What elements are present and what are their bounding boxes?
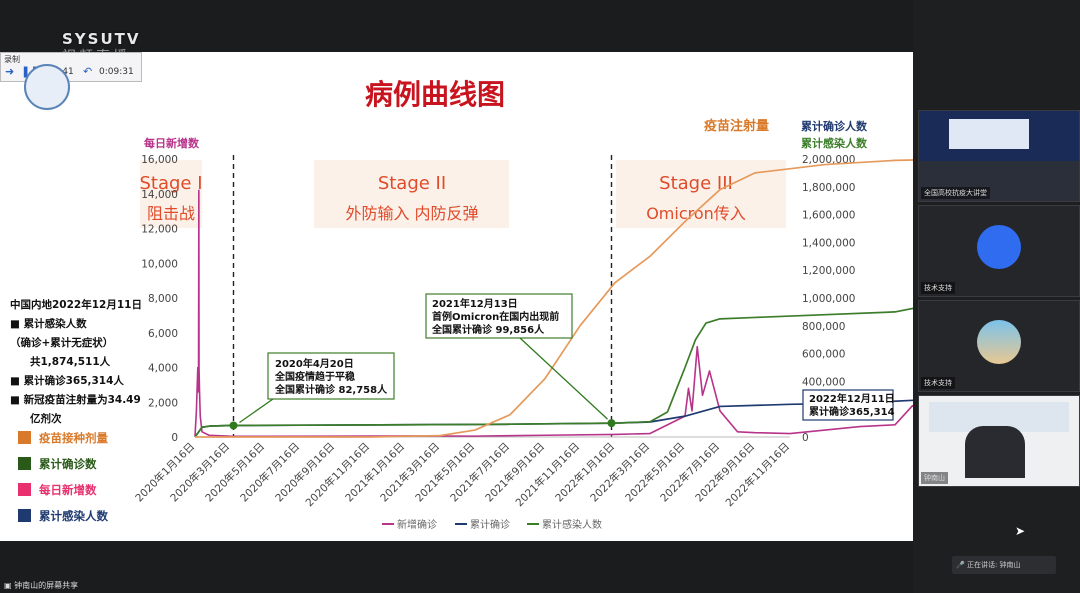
- x-tick-label: 2021年5月16日: [413, 440, 478, 505]
- left-tick-label: 10,000: [141, 258, 178, 270]
- share-text: 钟南山的屏幕共享: [14, 581, 79, 590]
- summary-panel: 中国内地2022年12月11日 ■ 累计感染人数 （确诊+累计无症状） 共1,8…: [10, 296, 156, 429]
- avatar: [977, 320, 1021, 364]
- right-tick-label: 400,000: [802, 376, 845, 388]
- stage-subtitle: 外防输入 内防反弹: [345, 204, 478, 223]
- participant-tile[interactable]: 技术支持: [918, 300, 1080, 392]
- legend-label: 累计确诊数: [39, 457, 97, 471]
- left-axis-title: 每日新增数: [144, 136, 200, 150]
- annotation-text: 累计确诊365,314: [809, 405, 895, 418]
- stage-subtitle: 阻击战: [147, 204, 195, 223]
- x-tick-label: 2020年1月16日: [133, 440, 198, 505]
- x-tick-label: 2021年7月16日: [448, 440, 513, 505]
- legend-label: 疫苗接种剂量: [39, 431, 108, 445]
- summary-line: 亿剂次: [30, 413, 62, 425]
- legend-label: 累计感染人数: [39, 509, 108, 523]
- x-tick-label: 2021年11月16日: [513, 440, 582, 509]
- legend-vaccine: 疫苗接种剂量: [18, 430, 108, 446]
- right-tick-label: 1,800,000: [802, 182, 855, 194]
- right-tick-label: 1,200,000: [802, 265, 855, 277]
- annotation-text: 全国疫情趋于平稳: [274, 370, 355, 383]
- x-tick-label: 2021年9月16日: [483, 440, 548, 505]
- marker-dot: [607, 419, 616, 428]
- left-tick-label: 14,000: [141, 189, 178, 201]
- legend-swatch: [18, 457, 31, 470]
- marker-dot: [229, 421, 238, 430]
- x-tick-label: 2020年7月16日: [238, 440, 303, 505]
- stage-title: Stage III: [659, 173, 733, 194]
- x-tick-label: 2020年11月16日: [303, 440, 372, 509]
- annotation-text: 全国累计确诊 99,856人: [431, 323, 545, 336]
- x-tick-label: 2022年11月16日: [723, 440, 792, 509]
- right-tick-label: 600,000: [802, 349, 845, 361]
- annotation-text: 2020年4月20日: [275, 357, 354, 370]
- participant-tile[interactable]: 钟南山: [918, 395, 1080, 487]
- mouse-cursor: ➤: [1015, 524, 1026, 538]
- legend-swatch: [18, 431, 31, 444]
- legend-daily: 每日新增数: [18, 482, 97, 498]
- left-tick-label: 12,000: [141, 224, 178, 236]
- x-tick-label: 2022年9月16日: [693, 440, 758, 505]
- summary-line: （确诊+累计无症状）: [10, 337, 114, 349]
- participant-tile[interactable]: 技术支持: [918, 205, 1080, 297]
- x-tick-label: 2020年5月16日: [203, 440, 268, 505]
- x-tick-label: 2020年9月16日: [273, 440, 338, 505]
- shared-screen-area: Stage I 阻击战 Stage II 外防输入 内防反弹 Stage III Omic…: [0, 0, 913, 593]
- summary-line: ■ 累计感染人数: [10, 318, 87, 330]
- x-tick-label: 2021年3月16日: [378, 440, 443, 505]
- right-tick-label: 1,000,000: [802, 293, 855, 305]
- vaccine-label: 疫苗注射量: [704, 118, 769, 134]
- left-tick-label: 16,000: [141, 154, 178, 166]
- right-axis-title: 累计确诊人数: [801, 119, 868, 133]
- x-tick-label: 2021年1月16日: [343, 440, 408, 505]
- participant-name: 技术支持: [921, 377, 955, 389]
- legend-swatch: [18, 483, 31, 496]
- annotation-text: 全国累计确诊 82,758人: [274, 383, 388, 396]
- x-tick-label: 2022年5月16日: [623, 440, 688, 505]
- speaking-text: 正在讲话: 钟南山: [966, 561, 1021, 569]
- slide-title: 病例曲线图: [364, 78, 505, 111]
- summary-line: ■ 新冠疫苗注射量为34.49: [10, 394, 141, 406]
- speaking-indicator: 🎤 正在讲话: 钟南山: [952, 556, 1056, 574]
- legend-infected: 累计感染人数: [18, 508, 108, 524]
- summary-line: ■ 累计确诊365,314人: [10, 375, 124, 387]
- stage-screen: [949, 119, 1029, 149]
- right-tick-label: 0: [802, 432, 809, 444]
- annotation-text: 首例Omicron在国内出现前: [432, 310, 559, 323]
- x-tick-label: 2022年3月16日: [588, 440, 653, 505]
- annotation-text: 2021年12月13日: [432, 297, 518, 310]
- x-tick-label: 2020年3月16日: [168, 440, 233, 505]
- participant-tile[interactable]: 全国高校抗疫大讲堂: [918, 110, 1080, 202]
- annotation-arrow: [239, 398, 274, 424]
- legend-text: 累计感染人数: [542, 518, 602, 531]
- stage-title: Stage II: [378, 173, 446, 194]
- right-tick-label: 800,000: [802, 321, 845, 333]
- legend-text: 新增确诊: [397, 518, 437, 531]
- stage-subtitle: Omicron传入: [646, 204, 746, 223]
- right-tick-label: 1,600,000: [802, 210, 855, 222]
- participant-name: 技术支持: [921, 282, 955, 294]
- summary-date: 中国内地2022年12月11日: [10, 299, 142, 311]
- speaker-video: [965, 426, 1025, 478]
- avatar: [977, 225, 1021, 269]
- right-axis-title: 累计感染人数: [801, 136, 868, 150]
- participant-name: 钟南山: [921, 472, 948, 484]
- legend-confirmed: 累计确诊数: [18, 456, 97, 472]
- participant-name: 全国高校抗疫大讲堂: [921, 187, 990, 199]
- legend-swatch: [18, 509, 31, 522]
- annotation-text: 2022年12月11日: [809, 392, 895, 405]
- x-tick-label: 2022年1月16日: [553, 440, 618, 505]
- left-tick-label: 0: [171, 432, 178, 444]
- right-tick-label: 1,400,000: [802, 237, 855, 249]
- legend-label: 每日新增数: [39, 483, 97, 497]
- legend-text: 累计确诊: [470, 518, 510, 531]
- summary-line: 共1,874,511人: [30, 356, 111, 368]
- screen-share-label: ▣ 钟南山的屏幕共享: [4, 581, 79, 590]
- x-tick-label: 2022年7月16日: [658, 440, 723, 505]
- record-label: 录制: [4, 55, 20, 64]
